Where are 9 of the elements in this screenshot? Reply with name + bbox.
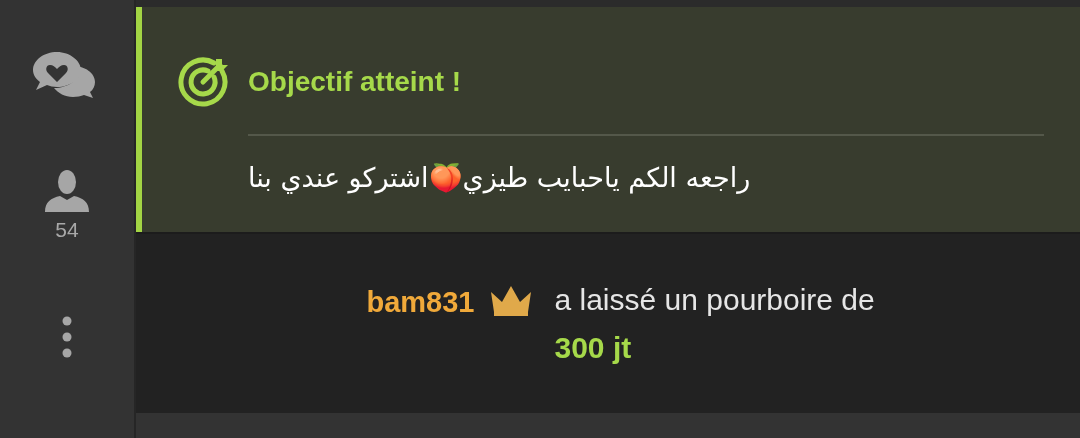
tip-message: a laissé un pourboire de 300 jt — [554, 282, 876, 366]
goal-title: Objectif atteint ! — [248, 66, 462, 98]
target-icon — [178, 57, 228, 107]
tipper-username[interactable]: bam831 — [366, 286, 475, 413]
more-icon[interactable] — [62, 316, 72, 358]
viewer-count: 54 — [55, 218, 79, 242]
person-icon[interactable] — [45, 170, 89, 212]
goal-message: راجعه الكم ياحبايب طيزي🍑اشتركو عندي بنا — [248, 162, 751, 194]
chat-heart-icon[interactable] — [33, 52, 97, 98]
